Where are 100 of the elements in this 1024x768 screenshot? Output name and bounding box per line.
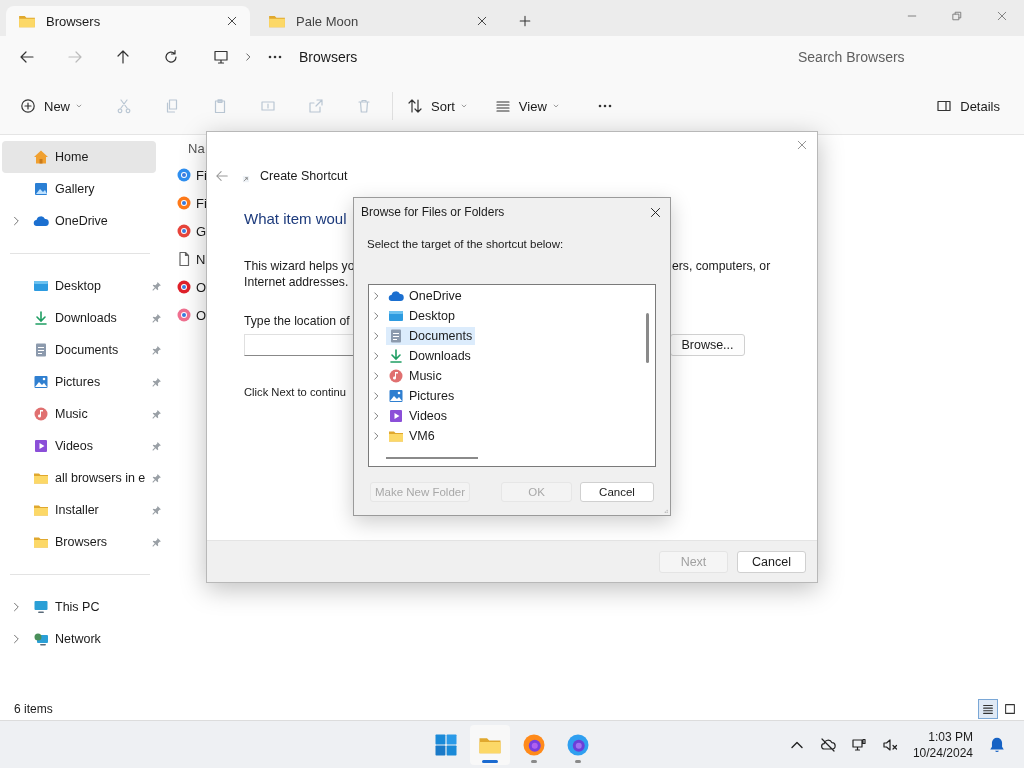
clock-time[interactable]: 1:03 PM <box>928 728 973 745</box>
gallery-icon <box>33 181 49 197</box>
wizard-title: Create Shortcut <box>260 169 348 183</box>
tab[interactable]: Pale Moon <box>256 6 500 36</box>
chevron-icon[interactable] <box>243 52 253 62</box>
browse-button[interactable]: Browse... <box>670 334 745 356</box>
scrollbar[interactable] <box>646 313 649 363</box>
home-icon <box>33 149 49 165</box>
pictures-icon <box>33 374 49 390</box>
taskbar-app[interactable] <box>470 724 510 765</box>
pin-icon <box>151 280 162 292</box>
sidebar-item[interactable]: Gallery <box>2 173 164 205</box>
refresh-icon[interactable] <box>163 49 179 65</box>
close-icon[interactable] <box>649 205 662 219</box>
sidebar-item[interactable]: Downloads <box>2 302 164 334</box>
close-tab-icon[interactable] <box>226 15 238 27</box>
tree-item[interactable]: Music <box>386 367 445 385</box>
pin-icon <box>151 440 162 452</box>
details-button[interactable]: Details <box>930 90 1006 122</box>
desktop-icon <box>388 308 404 324</box>
network-icon <box>33 631 49 647</box>
network-icon[interactable] <box>850 736 867 753</box>
breadcrumb-item[interactable]: Browsers <box>299 49 358 65</box>
bell-icon[interactable] <box>988 735 1006 754</box>
browser-icon <box>566 732 590 757</box>
item-count: 6 items <box>14 702 53 716</box>
list-view-icon <box>981 702 995 716</box>
tree-item[interactable]: Pictures <box>386 387 458 405</box>
pictures-icon <box>388 388 404 404</box>
up-arrow-icon[interactable] <box>115 49 131 65</box>
videos-icon <box>33 438 49 454</box>
pin-icon <box>151 376 162 388</box>
menu-button[interactable]: New <box>14 90 90 122</box>
tree-item[interactable]: OneDrive <box>386 287 465 305</box>
pin-icon <box>151 344 162 356</box>
sidebar-item[interactable]: Videos <box>2 430 164 462</box>
scrollbar[interactable] <box>386 457 478 459</box>
close-tab-icon[interactable] <box>476 15 488 27</box>
monitor-icon[interactable] <box>213 49 229 65</box>
column-header[interactable]: Na <box>188 140 205 156</box>
pin-icon <box>151 472 162 484</box>
wizard-heading: What item woul <box>244 210 348 229</box>
location-label: Type the location of <box>244 314 351 328</box>
downloads-icon <box>33 310 49 326</box>
dialog-button[interactable]: Cancel <box>580 482 654 502</box>
pin-icon <box>151 504 162 516</box>
videos-icon <box>388 408 404 424</box>
onedrive-icon <box>33 213 49 229</box>
tree-item[interactable]: VM6 <box>386 427 438 445</box>
sidebar-item[interactable]: Home <box>2 141 156 173</box>
tree-item[interactable]: Documents <box>386 327 476 345</box>
sidebar-item[interactable]: Desktop <box>2 270 164 302</box>
tree-item[interactable]: Downloads <box>386 347 474 365</box>
file-name[interactable]: O <box>196 279 207 295</box>
tree-item[interactable]: Desktop <box>386 307 458 325</box>
file-name[interactable]: G <box>196 223 207 239</box>
sidebar-item[interactable]: Browsers <box>2 526 164 558</box>
restore-icon[interactable] <box>951 10 963 22</box>
new-tab-icon[interactable] <box>518 14 532 28</box>
details-view-button[interactable] <box>978 699 998 719</box>
tree-item[interactable]: Videos <box>386 407 450 425</box>
menu-button[interactable]: View <box>488 90 567 122</box>
file-name[interactable]: Fi <box>196 195 207 211</box>
sidebar-item[interactable]: Network <box>2 623 164 655</box>
sidebar-item[interactable]: Documents <box>2 334 164 366</box>
file-name[interactable]: O <box>196 307 207 323</box>
sidebar-item[interactable]: all browsers in e <box>2 462 164 494</box>
file-name[interactable]: Fi <box>196 167 207 183</box>
intro-text: Internet addresses. <box>244 274 350 290</box>
onedrive-icon <box>388 288 404 304</box>
sidebar-item[interactable]: Pictures <box>2 366 164 398</box>
dialog-title: Browse for Files or Folders <box>361 205 506 219</box>
pin-icon <box>151 408 162 420</box>
pin-icon <box>151 536 162 548</box>
sidebar-item[interactable]: OneDrive <box>2 205 164 237</box>
clock-date[interactable]: 10/24/2024 <box>912 744 973 761</box>
tab[interactable]: Browsers <box>6 6 250 36</box>
file-icon <box>176 251 192 267</box>
cloud-off-icon[interactable] <box>819 736 836 753</box>
music-icon <box>388 368 404 384</box>
pc-icon <box>33 599 49 615</box>
tiles-view-icon <box>1003 702 1017 716</box>
dialog-button[interactable]: Cancel <box>737 550 806 573</box>
browser-icon <box>522 732 546 757</box>
instruction-text: Click Next to continu <box>244 386 347 398</box>
file-name[interactable]: N <box>196 251 206 267</box>
sidebar-item[interactable]: Installer <box>2 494 164 526</box>
sidebar-item[interactable]: This PC <box>2 591 164 623</box>
dialog-prompt: Select the target of the shortcut below: <box>367 238 565 252</box>
shortcut-icon <box>241 174 251 184</box>
details-pane-icon <box>936 98 953 114</box>
pin-icon <box>151 312 162 324</box>
menu-button[interactable]: Sort <box>401 90 475 122</box>
back-arrow-icon[interactable] <box>19 49 35 65</box>
intro-text: ers, computers, or <box>672 258 772 274</box>
music-icon <box>33 406 49 422</box>
documents-icon <box>388 328 404 344</box>
desktop-icon <box>33 278 49 294</box>
sidebar-item[interactable]: Music <box>2 398 164 430</box>
downloads-icon <box>388 348 404 364</box>
